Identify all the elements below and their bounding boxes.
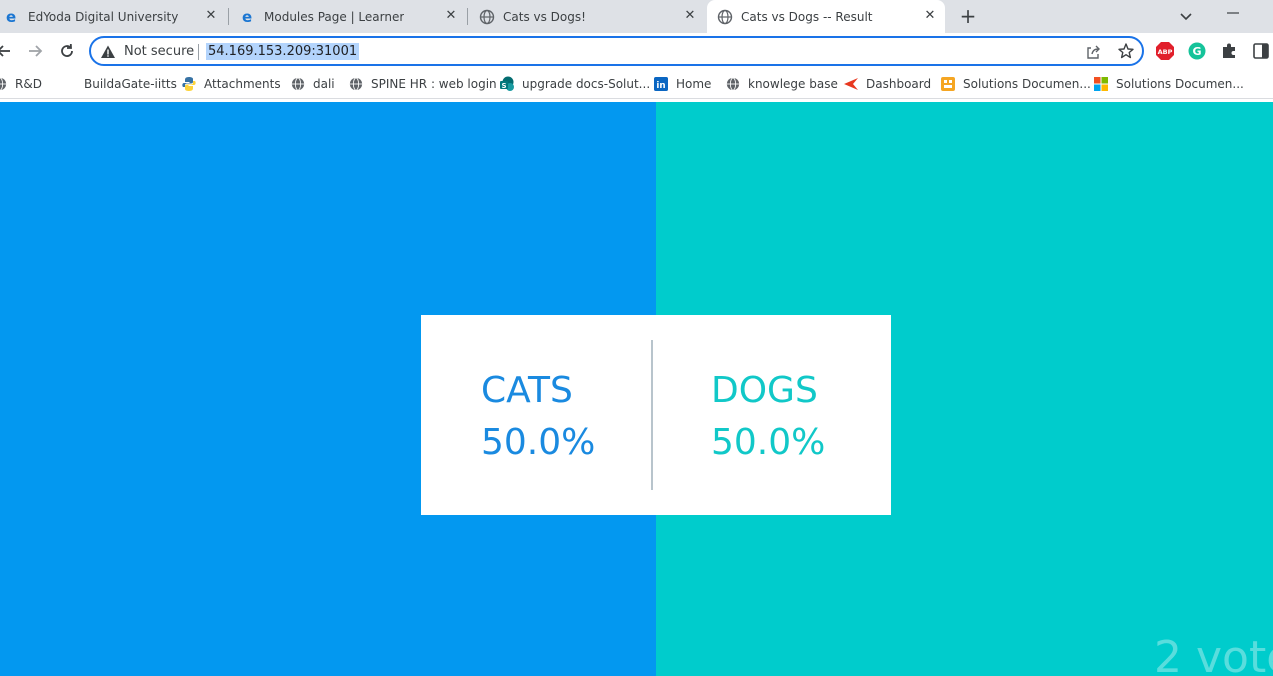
svg-text:ABP: ABP — [1158, 48, 1173, 56]
tab-search-chevron-icon[interactable] — [1176, 6, 1196, 26]
globe-icon — [0, 76, 8, 92]
close-icon[interactable]: ✕ — [683, 9, 697, 23]
sidebar-icon[interactable] — [1251, 41, 1271, 61]
globe-icon — [479, 9, 495, 25]
globe-icon — [290, 76, 306, 92]
vote-count: 2 votes — [1154, 632, 1273, 676]
bookmark-upgrade-docs[interactable]: S upgrade docs-Solut... — [499, 75, 650, 93]
bookmark-label: upgrade docs-Solut... — [522, 77, 651, 91]
bookmark-rnd[interactable]: R&D — [0, 75, 42, 93]
svg-text:G: G — [1192, 45, 1201, 58]
grammarly-icon[interactable]: G — [1187, 41, 1207, 61]
svg-text:in: in — [656, 81, 665, 91]
bookmark-label: Home — [676, 77, 712, 91]
globe-icon — [725, 76, 741, 92]
bookmark-dashboard[interactable]: Dashboard — [843, 75, 931, 93]
new-tab-button[interactable]: + — [956, 4, 980, 28]
bookmarks-bar: R&D BuildaGate-iitts Attachments dali SP… — [0, 69, 1273, 99]
bookmark-solutions-docs-1[interactable]: Solutions Documen... — [940, 75, 1091, 93]
bookmark-label: Dashboard — [866, 77, 932, 91]
bookmark-label: dali — [313, 77, 335, 91]
bookmark-attachments[interactable]: Attachments — [181, 75, 281, 93]
bookmark-label: Solutions Documen... — [1116, 77, 1244, 91]
tab-separator — [228, 8, 229, 25]
bookmark-label: BuildaGate-iitts — [84, 77, 177, 91]
svg-text:e: e — [242, 9, 252, 25]
url-text[interactable]: 54.169.153.209:31001 — [206, 43, 360, 60]
tab-separator — [467, 8, 468, 25]
security-label[interactable]: Not secure — [124, 44, 194, 59]
tab-title: Modules Page | Learner — [264, 9, 405, 24]
bookmark-label: R&D — [15, 77, 42, 91]
sharepoint-icon: S — [499, 76, 515, 92]
bookmark-label: Solutions Documen... — [963, 77, 1091, 91]
bookmark-label: knowlege base — [748, 77, 838, 91]
cats-result: CATS 50.0% — [481, 365, 595, 469]
minimize-icon[interactable] — [1224, 6, 1242, 24]
close-icon[interactable]: ✕ — [444, 9, 458, 23]
bookmark-home[interactable]: in Home — [653, 75, 711, 93]
bookmark-buildagate[interactable]: BuildaGate-iitts — [84, 75, 177, 93]
result-card: CATS 50.0% DOGS 50.0% — [421, 315, 891, 515]
tab-edyoda[interactable]: e EdYoda Digital University ✕ — [0, 0, 226, 33]
reload-icon[interactable] — [57, 41, 77, 61]
svg-text:S: S — [501, 82, 506, 90]
bookmark-label: SPINE HR : web login — [371, 77, 497, 91]
bookmark-spine-hr[interactable]: SPINE HR : web login — [348, 75, 497, 93]
dashboard-icon — [843, 76, 859, 92]
bookmark-label: Attachments — [204, 77, 281, 91]
tab-strip: e EdYoda Digital University ✕ e Modules … — [0, 0, 1273, 33]
tab-title: EdYoda Digital University — [28, 9, 179, 24]
cats-percent: 50.0% — [481, 422, 596, 463]
forward-arrow-icon[interactable] — [25, 41, 45, 61]
bookmark-dali[interactable]: dali — [290, 75, 335, 93]
result-page: CATS 50.0% DOGS 50.0% 2 votes — [0, 102, 1273, 676]
dogs-label: DOGS — [711, 370, 818, 411]
browser-toolbar: Not secure 54.169.153.209:31001 ABP G — [0, 33, 1273, 69]
globe-icon — [348, 76, 364, 92]
address-bar[interactable]: Not secure 54.169.153.209:31001 — [89, 36, 1144, 66]
dogs-result: DOGS 50.0% — [711, 365, 825, 469]
microsoft-icon — [1093, 76, 1109, 92]
edge-e-icon: e — [4, 9, 20, 25]
puzzle-extensions-icon[interactable] — [1219, 41, 1239, 61]
svg-text:e: e — [6, 9, 16, 25]
tab-result-active[interactable]: Cats vs Dogs -- Result ✕ — [707, 0, 945, 33]
tab-title: Cats vs Dogs! — [503, 9, 586, 24]
globe-icon — [717, 9, 733, 25]
bookmark-star-icon[interactable] — [1117, 42, 1135, 60]
share-icon[interactable] — [1085, 44, 1101, 60]
close-icon[interactable]: ✕ — [923, 9, 937, 23]
card-divider — [651, 340, 653, 490]
close-icon[interactable]: ✕ — [204, 9, 218, 23]
dogs-percent: 50.0% — [711, 422, 826, 463]
folder-app-icon — [940, 76, 956, 92]
warning-icon[interactable] — [100, 44, 116, 60]
omnibox-divider — [198, 44, 199, 60]
bookmark-solutions-docs-2[interactable]: Solutions Documen... — [1093, 75, 1244, 93]
tab-modules[interactable]: e Modules Page | Learner ✕ — [230, 0, 466, 33]
edge-e-icon: e — [240, 9, 256, 25]
adblock-plus-icon[interactable]: ABP — [1155, 41, 1175, 61]
python-icon — [181, 76, 197, 92]
back-arrow-icon[interactable] — [0, 41, 14, 61]
cats-label: CATS — [481, 370, 573, 411]
bookmark-knowlege-base[interactable]: knowlege base — [725, 75, 838, 93]
tab-cats-vs-dogs[interactable]: Cats vs Dogs! ✕ — [469, 0, 705, 33]
tab-title: Cats vs Dogs -- Result — [741, 9, 873, 24]
linkedin-icon: in — [653, 76, 669, 92]
